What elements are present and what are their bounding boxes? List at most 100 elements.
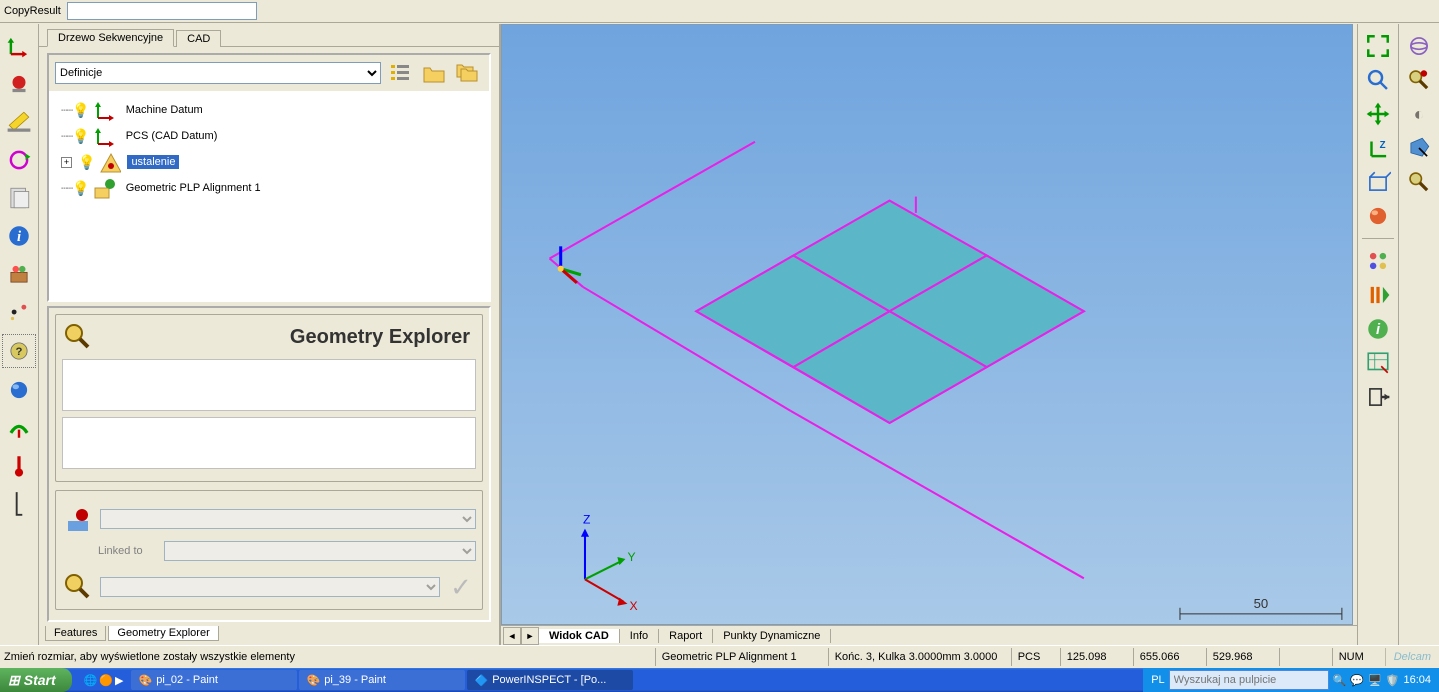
zoom-probe-icon[interactable] (1403, 64, 1435, 96)
zoom-icon[interactable] (1362, 64, 1394, 96)
clock[interactable]: 16:04 (1403, 674, 1431, 686)
svg-text:Y: Y (627, 550, 635, 564)
red-sphere-icon[interactable] (3, 68, 35, 100)
palette-icon[interactable] (3, 258, 35, 290)
top-toolbar: CopyResult (0, 0, 1439, 23)
status-x: 125.098 (1060, 648, 1133, 666)
bulb-icon: 💡 (78, 154, 95, 171)
expand-icon[interactable]: + (61, 157, 72, 168)
play-icon[interactable] (1362, 279, 1394, 311)
media-icon[interactable]: ▶ (115, 674, 123, 687)
list-view-icon[interactable] (385, 59, 415, 87)
tab-sequence-tree[interactable]: Drzewo Sekwencyjne (47, 29, 174, 47)
quick-icon[interactable]: 🟠 (99, 674, 113, 687)
brand-logo: Delcam (1385, 648, 1439, 666)
rgb-dots-icon[interactable] (1362, 245, 1394, 277)
green-measure-icon[interactable] (3, 412, 35, 444)
z-axis-icon[interactable]: Z (1362, 132, 1394, 164)
probe-icon (62, 503, 94, 535)
search-icon[interactable]: 🔍 (1333, 674, 1347, 687)
blue-sphere-icon[interactable] (3, 374, 35, 406)
magnify-icon (62, 321, 94, 353)
tree-item-machine-datum[interactable]: ┄┄ 💡 Machine Datum (53, 97, 485, 123)
vp-tab-widok[interactable]: Widok CAD (539, 629, 620, 643)
tray-shield-icon[interactable]: 🛡️ (1386, 674, 1400, 687)
ie-icon[interactable]: 🌐 (84, 674, 98, 687)
status-hint: Zmień rozmiar, aby wyświetlone zostały w… (0, 651, 655, 663)
tray-icon[interactable]: 💬 (1350, 674, 1364, 687)
tree-item-ustalenie[interactable]: + 💡 ustalenie (53, 149, 485, 175)
vp-tab-punkty[interactable]: Punkty Dynamiczne (713, 629, 831, 643)
svg-text:i: i (17, 229, 21, 245)
svg-text:X: X (630, 599, 638, 613)
datum-icon (92, 98, 116, 122)
task-pi02[interactable]: 🎨pi_02 - Paint (131, 670, 297, 690)
task-powerinspect[interactable]: 🔷PowerINSPECT - [Po... (467, 670, 633, 690)
thermometer-icon[interactable] (3, 450, 35, 482)
start-button[interactable]: ⊞Start (0, 668, 72, 692)
geo-linked-combo[interactable] (164, 541, 476, 561)
polygon-pick-icon[interactable] (1403, 132, 1435, 164)
exit-icon[interactable] (1362, 381, 1394, 413)
copyresult-label: CopyResult (4, 5, 61, 17)
render-icon[interactable]: ◐ (1403, 98, 1435, 130)
bulb-icon: 💡 (72, 102, 89, 119)
desktop-search-input[interactable] (1169, 670, 1329, 690)
status-alignment: Geometric PLP Alignment 1 (655, 648, 828, 666)
left-panel: Drzewo Sekwencyjne CAD Definicje (39, 24, 501, 646)
panel-tabs: Drzewo Sekwencyjne CAD (39, 24, 499, 47)
check-icon: ✓ (446, 572, 476, 602)
rotate3d-icon[interactable] (1403, 30, 1435, 62)
shaded-sphere-icon[interactable] (1362, 200, 1394, 232)
yellow-marker-icon[interactable] (3, 106, 35, 138)
help-icon[interactable]: ? (2, 334, 36, 368)
folders-icon[interactable] (453, 59, 483, 87)
definitions-select[interactable]: Definicje (55, 62, 381, 84)
info-icon[interactable]: i (3, 220, 35, 252)
taskbar: ⊞Start 🌐 🟠 ▶ 🎨pi_02 - Paint 🎨pi_39 - Pai… (0, 668, 1439, 692)
datum-icon (92, 124, 116, 148)
tab-scroll-left-icon[interactable]: ◄ (503, 627, 521, 645)
copyresult-input[interactable] (67, 2, 257, 20)
alignment-icon (97, 150, 121, 174)
tab-features[interactable]: Features (45, 626, 106, 641)
right-toolbar-1: Z i (1357, 24, 1398, 646)
status-pcs: PCS (1011, 648, 1060, 666)
zoom-small-icon[interactable] (1403, 166, 1435, 198)
viewport-area: Z Y X 50 ◄ ► Widok C (501, 24, 1357, 646)
axis-tool-icon[interactable] (3, 30, 35, 62)
doc-icon[interactable] (3, 182, 35, 214)
svg-text:50: 50 (1254, 596, 1269, 611)
linked-to-label: Linked to (98, 545, 158, 557)
tab-cad[interactable]: CAD (176, 30, 221, 47)
tab-geometry-explorer[interactable]: Geometry Explorer (108, 626, 218, 641)
grid-settings-icon[interactable] (1362, 347, 1394, 379)
vp-tab-raport[interactable]: Raport (659, 629, 713, 643)
geo-combo-1[interactable] (100, 509, 476, 529)
dots-icon[interactable] (3, 296, 35, 328)
tree-item-plp-alignment[interactable]: ┄┄ 💡 Geometric PLP Alignment 1 (53, 175, 485, 201)
pan-icon[interactable] (1362, 98, 1394, 130)
left-toolbar: i ? ⎣ (0, 24, 39, 646)
task-pi39[interactable]: 🎨pi_39 - Paint (299, 670, 465, 690)
circle-arrow-icon[interactable] (3, 144, 35, 176)
bracket-icon[interactable]: ⎣ (3, 488, 35, 520)
viewport-canvas[interactable]: Z Y X 50 (501, 24, 1353, 625)
svg-text:Z: Z (1380, 140, 1386, 151)
bulb-icon: 💡 (72, 128, 89, 145)
tree-item-pcs[interactable]: ┄┄ 💡 PCS (CAD Datum) (53, 123, 485, 149)
fit-icon[interactable] (1362, 30, 1394, 62)
plp-icon (92, 176, 116, 200)
info2-icon[interactable]: i (1362, 313, 1394, 345)
vp-tab-info[interactable]: Info (620, 629, 659, 643)
lang-indicator[interactable]: PL (1151, 674, 1164, 686)
folder-icon[interactable] (419, 59, 449, 87)
panel-bottom-tabs: Features Geometry Explorer (39, 626, 499, 646)
tab-scroll-right-icon[interactable]: ► (521, 627, 539, 645)
geo-combo-2[interactable] (100, 577, 440, 597)
status-y: 655.066 (1133, 648, 1206, 666)
tray-icon2[interactable]: 🖥️ (1368, 674, 1382, 687)
status-z: 529.968 (1206, 648, 1279, 666)
svg-text:?: ? (16, 346, 23, 358)
wireframe-icon[interactable] (1362, 166, 1394, 198)
